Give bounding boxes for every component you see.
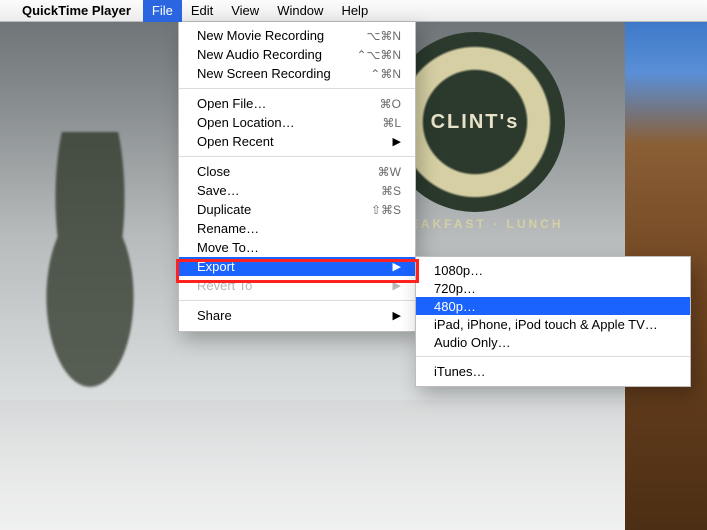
- menubar: QuickTime Player File Edit View Window H…: [0, 0, 707, 22]
- menu-edit-label: Edit: [191, 3, 213, 18]
- menu-separator: [416, 356, 690, 357]
- submenu-arrow-icon: ▶: [393, 279, 401, 292]
- menu-item-export[interactable]: Export ▶: [179, 257, 415, 276]
- submenu-item-1080p[interactable]: 1080p…: [416, 261, 690, 279]
- menu-separator: [179, 88, 415, 89]
- menu-help-label: Help: [341, 3, 368, 18]
- submenu-item-label: iPad, iPhone, iPod touch & Apple TV…: [434, 317, 676, 332]
- menu-item-shortcut: ⌃⌘N: [370, 67, 401, 81]
- menu-item-new-movie-recording[interactable]: New Movie Recording ⌥⌘N: [179, 26, 415, 45]
- menu-item-label: Duplicate: [197, 202, 361, 217]
- menu-separator: [179, 156, 415, 157]
- menu-item-label: Revert To: [197, 278, 383, 293]
- submenu-item-audio-only[interactable]: Audio Only…: [416, 333, 690, 351]
- menu-item-shortcut: ⌥⌘N: [367, 29, 402, 43]
- file-menu-dropdown: New Movie Recording ⌥⌘N New Audio Record…: [178, 22, 416, 332]
- menu-item-label: Move To…: [197, 240, 401, 255]
- menu-item-rename[interactable]: Rename…: [179, 219, 415, 238]
- menu-item-open-file[interactable]: Open File… ⌘O: [179, 94, 415, 113]
- menu-item-open-recent[interactable]: Open Recent ▶: [179, 132, 415, 151]
- menu-item-label: Rename…: [197, 221, 401, 236]
- menu-item-close[interactable]: Close ⌘W: [179, 162, 415, 181]
- menu-item-shortcut: ⌃⌥⌘N: [356, 48, 401, 62]
- menu-item-duplicate[interactable]: Duplicate ⇧⌘S: [179, 200, 415, 219]
- menu-item-revert-to: Revert To ▶: [179, 276, 415, 295]
- menu-item-label: Save…: [197, 183, 371, 198]
- video-content-street: [0, 400, 625, 530]
- menu-window[interactable]: Window: [268, 0, 332, 22]
- menu-item-label: New Audio Recording: [197, 47, 346, 62]
- sign-main-text: CLINT's: [431, 111, 520, 134]
- menu-file-label: File: [152, 3, 173, 18]
- export-submenu: 1080p… 720p… 480p… iPad, iPhone, iPod to…: [415, 256, 691, 387]
- menu-item-label: Open File…: [197, 96, 370, 111]
- menu-item-label: Share: [197, 308, 383, 323]
- submenu-item-label: iTunes…: [434, 364, 676, 379]
- menu-window-label: Window: [277, 3, 323, 18]
- submenu-item-480p[interactable]: 480p…: [416, 297, 690, 315]
- menu-item-open-location[interactable]: Open Location… ⌘L: [179, 113, 415, 132]
- menu-item-label: Export: [197, 259, 383, 274]
- menu-help[interactable]: Help: [332, 0, 377, 22]
- menu-item-shortcut: ⌘O: [380, 97, 401, 111]
- menu-item-label: Close: [197, 164, 368, 179]
- menu-item-new-screen-recording[interactable]: New Screen Recording ⌃⌘N: [179, 64, 415, 83]
- menu-edit[interactable]: Edit: [182, 0, 222, 22]
- app-name[interactable]: QuickTime Player: [22, 3, 131, 18]
- menu-view[interactable]: View: [222, 0, 268, 22]
- menu-item-shortcut: ⌘S: [381, 184, 401, 198]
- submenu-item-itunes[interactable]: iTunes…: [416, 362, 690, 380]
- menu-item-label: New Screen Recording: [197, 66, 360, 81]
- submenu-item-idevices[interactable]: iPad, iPhone, iPod touch & Apple TV…: [416, 315, 690, 333]
- submenu-item-label: 1080p…: [434, 263, 676, 278]
- menu-item-share[interactable]: Share ▶: [179, 306, 415, 325]
- menu-item-new-audio-recording[interactable]: New Audio Recording ⌃⌥⌘N: [179, 45, 415, 64]
- menu-view-label: View: [231, 3, 259, 18]
- menu-item-move-to[interactable]: Move To…: [179, 238, 415, 257]
- submenu-item-label: Audio Only…: [434, 335, 676, 350]
- menu-separator: [179, 300, 415, 301]
- menu-item-shortcut: ⌘W: [378, 165, 401, 179]
- menu-item-label: Open Location…: [197, 115, 372, 130]
- submenu-item-720p[interactable]: 720p…: [416, 279, 690, 297]
- menu-item-label: Open Recent: [197, 134, 383, 149]
- submenu-item-label: 720p…: [434, 281, 676, 296]
- submenu-arrow-icon: ▶: [393, 309, 401, 322]
- menu-item-shortcut: ⌘L: [382, 116, 401, 130]
- submenu-item-label: 480p…: [434, 299, 676, 314]
- menu-item-shortcut: ⇧⌘S: [371, 203, 401, 217]
- menu-file[interactable]: File: [143, 0, 182, 22]
- menu-item-label: New Movie Recording: [197, 28, 357, 43]
- menu-item-save[interactable]: Save… ⌘S: [179, 181, 415, 200]
- submenu-arrow-icon: ▶: [393, 135, 401, 148]
- submenu-arrow-icon: ▶: [393, 260, 401, 273]
